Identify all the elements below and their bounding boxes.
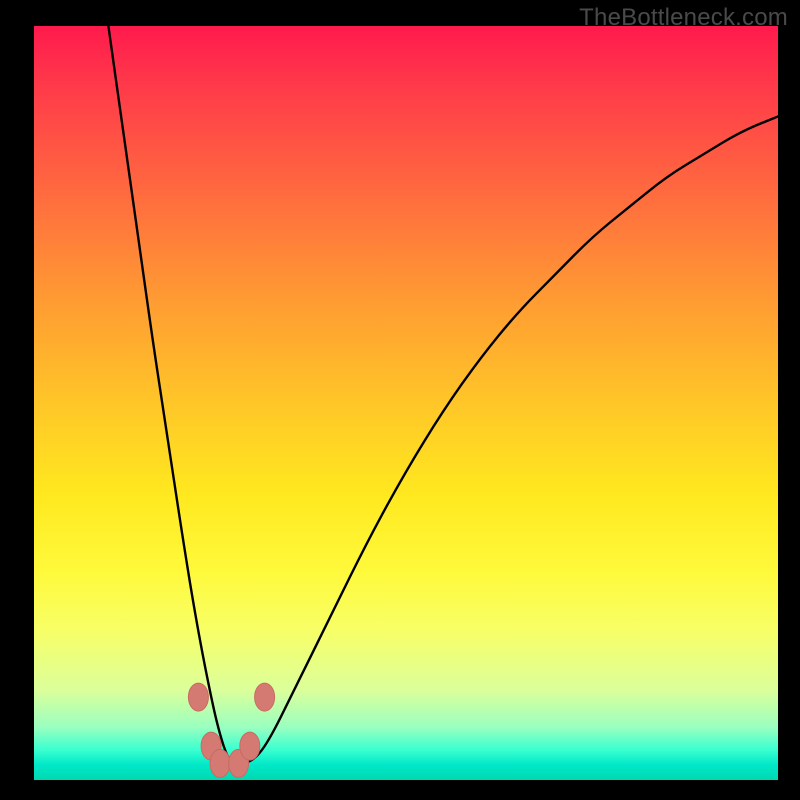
curve-marker bbox=[240, 732, 260, 760]
plot-area bbox=[34, 26, 778, 780]
curve-marker bbox=[255, 683, 275, 711]
curve-markers bbox=[188, 683, 274, 777]
curve-path bbox=[108, 26, 778, 765]
curve-marker bbox=[210, 749, 230, 777]
bottleneck-curve bbox=[34, 26, 778, 780]
watermark-text: TheBottleneck.com bbox=[579, 4, 788, 32]
curve-marker bbox=[188, 683, 208, 711]
chart-frame: TheBottleneck.com bbox=[0, 0, 800, 800]
